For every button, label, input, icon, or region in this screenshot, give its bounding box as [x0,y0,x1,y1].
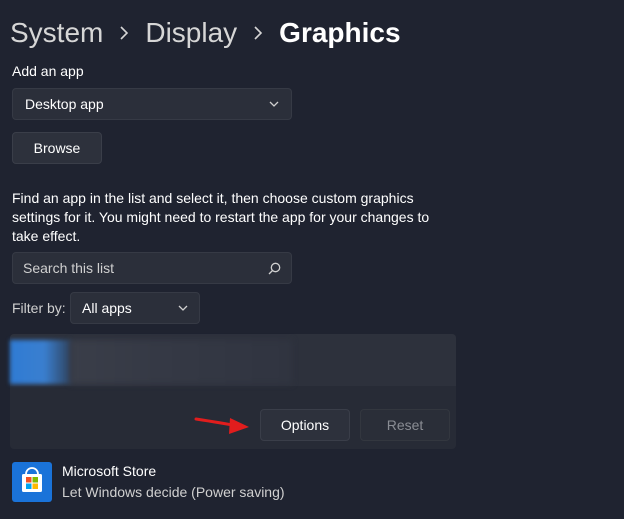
breadcrumb-system[interactable]: System [10,17,103,49]
chevron-right-icon [103,26,145,40]
app-type-dropdown[interactable]: Desktop app [12,88,292,120]
app-card-header[interactable] [10,334,456,386]
chevron-right-icon [237,26,279,40]
filter-dropdown[interactable]: All apps [70,292,200,324]
browse-button[interactable]: Browse [12,132,102,164]
chevron-down-icon [269,101,279,108]
filter-value: All apps [82,300,132,316]
reset-button[interactable]: Reset [360,409,450,441]
app-type-value: Desktop app [25,96,104,112]
page-title: Graphics [279,17,401,48]
microsoft-store-icon [12,462,52,502]
app-name[interactable]: Microsoft Store [62,463,156,479]
breadcrumb: System Display Graphics [10,14,401,52]
blurred-app-icon [10,340,72,384]
breadcrumb-display[interactable]: Display [145,17,237,49]
add-app-label: Add an app [12,63,84,79]
chevron-down-icon [178,305,188,312]
app-gpu-preference: Let Windows decide (Power saving) [62,484,285,500]
red-arrow-annotation [194,417,249,434]
search-icon[interactable] [268,262,281,275]
blurred-app-name [70,340,292,384]
instructions-text: Find an app in the list and select it, t… [12,190,430,244]
filter-label: Filter by: [12,300,66,316]
search-box[interactable] [12,252,292,284]
graphics-settings-page: System Display Graphics Add an app Deskt… [0,0,624,519]
options-button[interactable]: Options [260,409,350,441]
search-input[interactable] [23,260,253,276]
